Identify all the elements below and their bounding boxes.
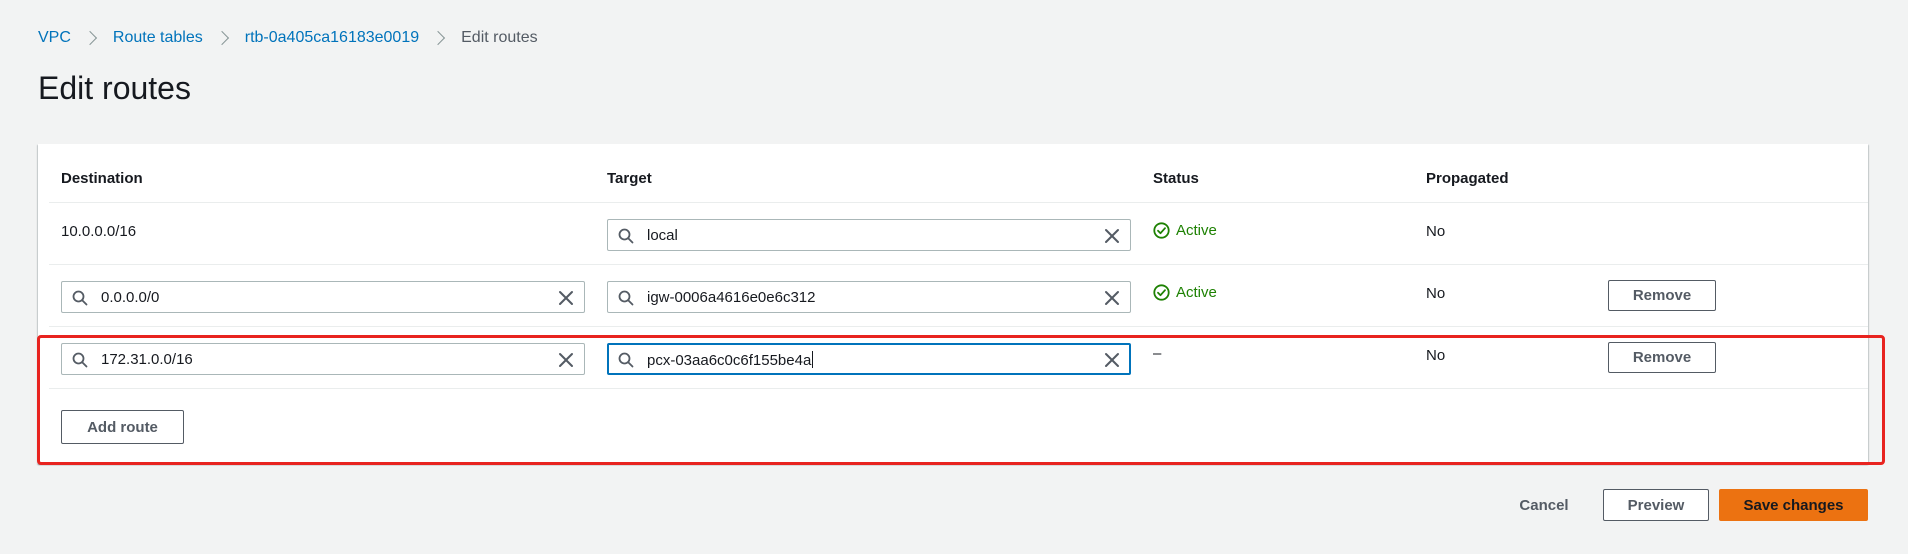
column-header-destination: Destination [61, 170, 143, 187]
route-status: Active [1153, 222, 1217, 239]
breadcrumb-current: Edit routes [461, 29, 538, 46]
row-divider [49, 388, 1868, 389]
search-icon [618, 290, 634, 306]
destination-search-input[interactable]: 0.0.0.0/0 [61, 281, 585, 313]
check-circle-icon [1153, 222, 1170, 239]
destination-search-input[interactable]: 172.31.0.0/16 [61, 343, 585, 375]
search-icon [618, 352, 634, 368]
route-propagated-text: No [1426, 285, 1446, 302]
chevron-right-icon [82, 30, 97, 46]
remove-route-button[interactable]: Remove [1608, 342, 1716, 373]
target-search-input-focused[interactable]: pcx-03aa6c0c6f155be4a [607, 343, 1131, 375]
close-icon[interactable] [1104, 228, 1120, 244]
target-search-input[interactable]: local [607, 219, 1131, 251]
save-changes-button[interactable]: Save changes [1719, 489, 1868, 521]
destination-value: 172.31.0.0/16 [101, 351, 193, 368]
breadcrumb-route-tables-link[interactable]: Route tables [113, 28, 203, 48]
row-divider [49, 202, 1868, 203]
search-icon [72, 290, 88, 306]
add-route-button[interactable]: Add route [61, 410, 184, 444]
breadcrumb-vpc-link[interactable]: VPC [38, 28, 71, 48]
breadcrumb-route-table-id-link[interactable]: rtb-0a405ca16183e0019 [245, 28, 419, 48]
row-divider [49, 264, 1868, 265]
cancel-button[interactable]: Cancel [1498, 489, 1590, 521]
breadcrumb: VPC Route tables rtb-0a405ca16183e0019 E… [38, 28, 538, 48]
routes-panel: Destination Target Status Propagated 10.… [38, 144, 1868, 464]
route-status-text: – [1153, 345, 1162, 362]
close-icon[interactable] [558, 290, 574, 306]
page-title: Edit routes [38, 70, 191, 106]
route-status-text: Active [1176, 222, 1217, 239]
target-value: pcx-03aa6c0c6f155be4a [647, 352, 812, 369]
target-search-input[interactable]: igw-0006a4616e0e6c312 [607, 281, 1131, 313]
column-header-status: Status [1153, 170, 1199, 187]
search-icon [618, 228, 634, 244]
target-value: igw-0006a4616e0e6c312 [647, 289, 816, 306]
row-divider [49, 326, 1868, 327]
column-header-target: Target [607, 170, 652, 187]
preview-button[interactable]: Preview [1603, 489, 1709, 521]
route-destination-text: 10.0.0.0/16 [61, 223, 137, 240]
route-propagated-text: No [1426, 223, 1446, 240]
route-status: Active [1153, 284, 1217, 301]
close-icon[interactable] [558, 352, 574, 368]
destination-value: 0.0.0.0/0 [101, 289, 160, 306]
column-header-propagated: Propagated [1426, 170, 1509, 187]
route-status-text: Active [1176, 284, 1217, 301]
search-icon [72, 352, 88, 368]
target-value: local [647, 227, 678, 244]
check-circle-icon [1153, 284, 1170, 301]
route-propagated-text: No [1426, 347, 1446, 364]
chevron-right-icon [214, 30, 229, 46]
target-value-wrapper: pcx-03aa6c0c6f155be4a [647, 351, 814, 369]
remove-route-button[interactable]: Remove [1608, 280, 1716, 311]
close-icon[interactable] [1104, 290, 1120, 306]
chevron-right-icon [431, 30, 446, 46]
text-caret [812, 351, 814, 368]
close-icon[interactable] [1104, 352, 1120, 368]
